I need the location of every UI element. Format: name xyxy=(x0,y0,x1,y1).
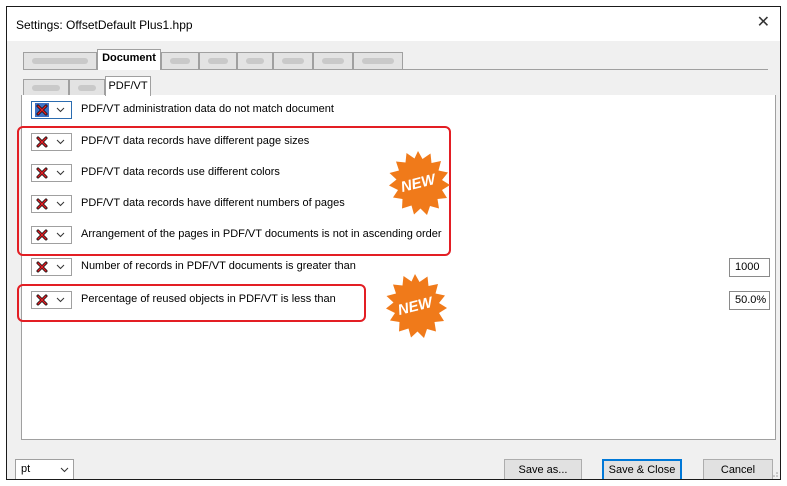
unit-value: pt xyxy=(21,463,31,475)
subtab-blurred-2[interactable] xyxy=(69,79,105,96)
tab-blurred-4[interactable] xyxy=(237,52,273,70)
save-close-button[interactable]: Save & Close xyxy=(602,459,682,479)
new-badge: NEW xyxy=(389,151,450,215)
status-dropdown[interactable] xyxy=(31,195,72,213)
tab-document[interactable]: Document xyxy=(97,49,161,70)
reused-objects-input[interactable]: 50.0% xyxy=(729,291,770,310)
save-as-button[interactable]: Save as... xyxy=(504,459,582,479)
red-x-icon xyxy=(36,261,48,273)
chevron-down-icon xyxy=(56,139,65,145)
red-x-icon xyxy=(36,229,48,241)
chevron-down-icon xyxy=(56,297,65,303)
red-x-icon xyxy=(36,198,48,210)
status-dropdown[interactable] xyxy=(31,164,72,182)
chevron-down-icon xyxy=(56,107,65,113)
tab-blurred-1[interactable] xyxy=(23,52,97,70)
red-x-icon xyxy=(35,103,49,117)
tab-blurred-3[interactable] xyxy=(199,52,237,70)
title-bar: Settings: OffsetDefault Plus1.hpp ✕ xyxy=(7,7,780,41)
chevron-down-icon xyxy=(56,232,65,238)
status-dropdown[interactable] xyxy=(31,258,72,276)
unit-select[interactable]: pt xyxy=(15,459,74,479)
cancel-button[interactable]: Cancel xyxy=(703,459,773,479)
tab-blurred-6[interactable] xyxy=(313,52,353,70)
red-x-icon xyxy=(36,167,48,179)
resize-grip-icon[interactable] xyxy=(770,469,778,477)
row-label: Number of records in PDF/VT documents is… xyxy=(81,260,356,272)
status-dropdown[interactable] xyxy=(31,133,72,151)
window-title: Settings: OffsetDefault Plus1.hpp xyxy=(16,18,193,32)
tab-blurred-5[interactable] xyxy=(273,52,313,70)
row-label: PDF/VT administration data do not match … xyxy=(81,103,334,115)
tab-blurred-7[interactable] xyxy=(353,52,403,70)
row-label: PDF/VT data records use different colors xyxy=(81,166,280,178)
subtab-pdfvt[interactable]: PDF/VT xyxy=(105,76,151,96)
row-label: PDF/VT data records have different page … xyxy=(81,135,310,147)
red-x-icon xyxy=(36,294,48,306)
record-count-input[interactable]: 1000 xyxy=(729,258,770,277)
subtab-blurred-1[interactable] xyxy=(23,79,69,96)
chevron-down-icon xyxy=(56,264,65,270)
status-dropdown[interactable] xyxy=(31,226,72,244)
row-label: PDF/VT data records have different numbe… xyxy=(81,197,345,209)
red-x-icon xyxy=(36,136,48,148)
settings-dialog: Settings: OffsetDefault Plus1.hpp ✕ Docu… xyxy=(6,6,781,480)
chevron-down-icon xyxy=(56,170,65,176)
new-badge: NEW xyxy=(386,274,447,338)
row-label: Percentage of reused objects in PDF/VT i… xyxy=(81,293,336,305)
row-label: Arrangement of the pages in PDF/VT docum… xyxy=(81,228,442,240)
status-dropdown[interactable] xyxy=(31,101,72,119)
chevron-down-icon xyxy=(60,467,69,473)
status-dropdown[interactable] xyxy=(31,291,72,309)
chevron-down-icon xyxy=(56,201,65,207)
close-icon[interactable]: ✕ xyxy=(757,14,770,32)
tab-blurred-2[interactable] xyxy=(161,52,199,70)
